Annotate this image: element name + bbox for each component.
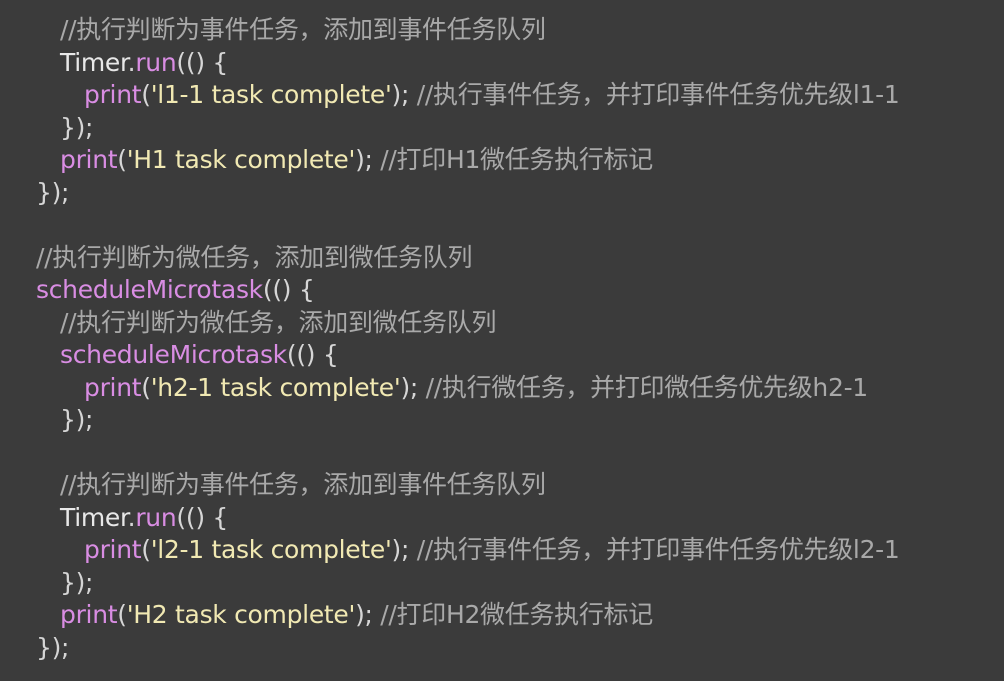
- punctuation-token: });: [60, 405, 94, 434]
- function-name-token: scheduleMicrotask: [60, 340, 287, 369]
- string-literal: 'l1-1 task complete': [150, 80, 392, 109]
- function-name-token: run: [135, 502, 177, 532]
- code-line: });: [0, 404, 1004, 437]
- code-comment: //执行判断为事件任务，添加到事件任务队列: [60, 470, 546, 499]
- punctuation-token: );: [355, 145, 381, 174]
- punctuation-token: });: [60, 567, 94, 597]
- code-comment: //执行微任务，并打印微任务优先级h2-1: [425, 372, 869, 402]
- punctuation-token: );: [391, 535, 417, 564]
- punctuation-token: );: [355, 600, 381, 629]
- function-name-token: scheduleMicrotask: [36, 275, 263, 304]
- code-comment: //打印H2微任务执行标记: [380, 600, 653, 629]
- function-name-token: print: [60, 600, 118, 629]
- code-comment: //执行判断为微任务，添加到微任务队列: [60, 307, 497, 337]
- string-literal: 'H2 task complete': [126, 600, 356, 629]
- code-comment: //打印H1微任务执行标记: [380, 145, 653, 174]
- punctuation-token: (() {: [262, 275, 315, 304]
- punctuation-token: (() {: [176, 47, 229, 77]
- code-line: print('H2 task complete'); //打印H2微任务执行标记: [0, 599, 1004, 632]
- punctuation-token: );: [391, 80, 417, 109]
- code-line: print('H1 task complete'); //打印H1微任务执行标记: [0, 144, 1004, 177]
- string-literal: 'h2-1 task complete': [150, 372, 401, 402]
- code-screenshot: { "colors": { "background": "#3b3b3b", "…: [0, 0, 1004, 681]
- code-line: //执行判断为事件任务，添加到事件任务队列: [0, 469, 1004, 502]
- code-line: //执行判断为微任务，添加到微任务队列: [0, 307, 1004, 340]
- code-line: Timer.run(() {: [0, 502, 1004, 535]
- string-literal: 'H1 task complete': [126, 145, 356, 174]
- code-comment: //执行判断为事件任务，添加到事件任务队列: [60, 15, 546, 44]
- code-line: scheduleMicrotask(() {: [0, 274, 1004, 307]
- code-line: });: [0, 112, 1004, 145]
- code-line: print('l1-1 task complete'); //执行事件任务，并打…: [0, 79, 1004, 112]
- punctuation-token: (: [117, 600, 127, 629]
- class-name-token: Timer: [60, 47, 128, 77]
- code-line: });: [0, 567, 1004, 600]
- punctuation-token: (() {: [286, 340, 339, 369]
- function-name-token: print: [84, 372, 142, 402]
- punctuation-token: });: [60, 112, 94, 142]
- code-line: //执行判断为微任务，添加到微任务队列: [0, 242, 1004, 275]
- code-comment: //执行判断为微任务，添加到微任务队列: [36, 242, 473, 272]
- code-line: print('h2-1 task complete'); //执行微任务，并打印…: [0, 372, 1004, 405]
- code-comment: //执行事件任务，并打印事件任务优先级l1-1: [416, 80, 900, 109]
- class-name-token: Timer: [60, 502, 128, 532]
- string-literal: 'l2-1 task complete': [150, 535, 392, 564]
- function-name-token: run: [135, 47, 177, 77]
- code-line: });: [0, 177, 1004, 210]
- code-line: });: [0, 632, 1004, 665]
- code-line: print('l2-1 task complete'); //执行事件任务，并打…: [0, 534, 1004, 567]
- punctuation-token: (() {: [176, 502, 229, 532]
- code-comment: //执行事件任务，并打印事件任务优先级l2-1: [416, 535, 900, 564]
- punctuation-token: (: [117, 145, 127, 174]
- punctuation-token: );: [400, 372, 426, 402]
- code-block: //执行判断为事件任务，添加到事件任务队列 Timer.run(() {print…: [0, 14, 1004, 664]
- code-line: Timer.run(() {: [0, 47, 1004, 80]
- punctuation-token: });: [36, 177, 70, 207]
- function-name-token: print: [60, 145, 118, 174]
- punctuation-token: (: [141, 80, 151, 109]
- function-name-token: print: [84, 80, 142, 109]
- function-name-token: print: [84, 535, 142, 564]
- code-line: scheduleMicrotask(() {: [0, 339, 1004, 372]
- punctuation-token: (: [141, 372, 151, 402]
- code-line: //执行判断为事件任务，添加到事件任务队列: [0, 14, 1004, 47]
- punctuation-token: (: [141, 535, 151, 564]
- punctuation-token: });: [36, 632, 70, 662]
